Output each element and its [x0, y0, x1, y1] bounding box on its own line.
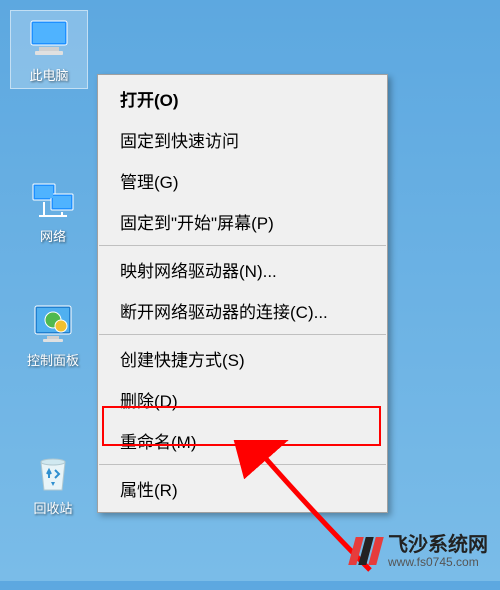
menu-separator	[99, 245, 386, 246]
desktop-icon-recycle-bin[interactable]: 回收站	[14, 448, 92, 517]
network-icon	[29, 176, 77, 224]
menu-item-rename[interactable]: 重命名(M)	[98, 420, 387, 461]
desktop-icon-network[interactable]: 网络	[14, 176, 92, 245]
desktop-icon-control-panel[interactable]: 控制面板	[14, 300, 92, 369]
icon-label: 回收站	[33, 498, 72, 517]
menu-item-open[interactable]: 打开(O)	[98, 78, 387, 119]
icon-label: 此电脑	[29, 65, 68, 84]
watermark-logo-icon	[352, 537, 382, 565]
menu-item-properties[interactable]: 属性(R)	[98, 468, 387, 509]
menu-item-pin-start[interactable]: 固定到"开始"屏幕(P)	[98, 201, 387, 242]
menu-item-pin-quick-access[interactable]: 固定到快速访问	[98, 119, 387, 160]
menu-item-create-shortcut[interactable]: 创建快捷方式(S)	[98, 338, 387, 379]
menu-separator	[99, 464, 386, 465]
menu-item-delete[interactable]: 删除(D)	[98, 379, 387, 420]
computer-icon	[25, 15, 73, 63]
menu-item-disconnect-drive[interactable]: 断开网络驱动器的连接(C)...	[98, 290, 387, 331]
watermark: 飞沙系统网 www.fs0745.com	[352, 534, 488, 569]
control-panel-icon	[29, 300, 77, 348]
watermark-url: www.fs0745.com	[388, 556, 488, 569]
context-menu: 打开(O) 固定到快速访问 管理(G) 固定到"开始"屏幕(P) 映射网络驱动器…	[97, 74, 388, 513]
recycle-bin-icon	[29, 448, 77, 496]
watermark-name: 飞沙系统网	[388, 534, 488, 556]
desktop-icon-this-pc[interactable]: 此电脑	[10, 10, 88, 89]
menu-separator	[99, 334, 386, 335]
icon-label: 网络	[40, 226, 66, 245]
menu-item-map-network-drive[interactable]: 映射网络驱动器(N)...	[98, 249, 387, 290]
menu-item-manage[interactable]: 管理(G)	[98, 160, 387, 201]
icon-label: 控制面板	[27, 350, 79, 369]
